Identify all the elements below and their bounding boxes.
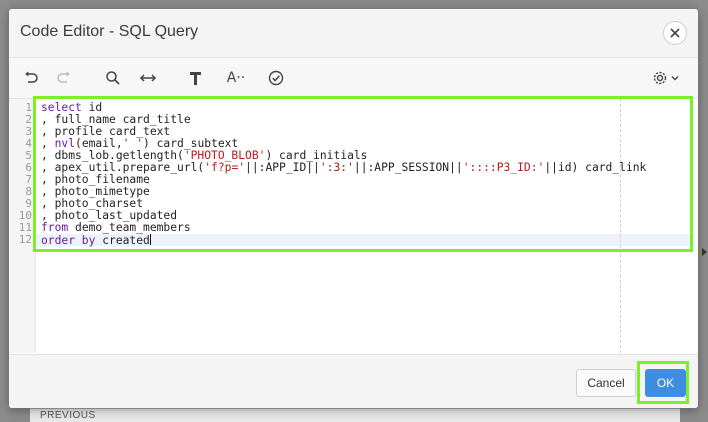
format-button[interactable]: [185, 67, 207, 89]
swap-icon: [139, 74, 157, 82]
dialog-footer: Cancel OK: [9, 354, 698, 408]
dialog-title: Code Editor - SQL Query: [20, 23, 199, 40]
undo-button[interactable]: [20, 67, 42, 89]
ok-highlight-box: [637, 361, 689, 404]
hint-label: A··: [226, 70, 246, 86]
hint-button[interactable]: A··: [225, 67, 247, 89]
background-button-label: PREVIOUS: [40, 410, 96, 421]
close-icon: [670, 28, 680, 38]
line-number-gutter: 1 2 3 4 5 6 7 8 9 10 11 12: [9, 99, 36, 353]
redo-button[interactable]: [53, 67, 75, 89]
hammer-icon: [190, 72, 201, 85]
gear-icon: [653, 71, 667, 85]
line-number: 12: [18, 233, 32, 246]
collapse-arrow-icon[interactable]: [702, 248, 707, 256]
backdrop-right: [699, 0, 708, 421]
search-icon: [106, 71, 120, 85]
editor-toolbar: A··: [9, 58, 698, 99]
dialog-titlebar: Code Editor - SQL Query: [9, 9, 698, 58]
validate-button[interactable]: [265, 67, 287, 89]
close-button[interactable]: [663, 21, 687, 45]
background-region: [30, 408, 680, 422]
cancel-button[interactable]: Cancel: [576, 369, 636, 397]
editor-highlight-box: [33, 96, 693, 252]
undo-icon: [25, 71, 38, 83]
backdrop-left: [0, 0, 9, 421]
check-circle-icon: [268, 70, 284, 86]
chevron-down-icon: [671, 76, 679, 81]
redo-icon: [57, 71, 70, 83]
replace-button[interactable]: [137, 67, 159, 89]
settings-menu-button[interactable]: [649, 67, 683, 89]
search-button[interactable]: [102, 67, 124, 89]
